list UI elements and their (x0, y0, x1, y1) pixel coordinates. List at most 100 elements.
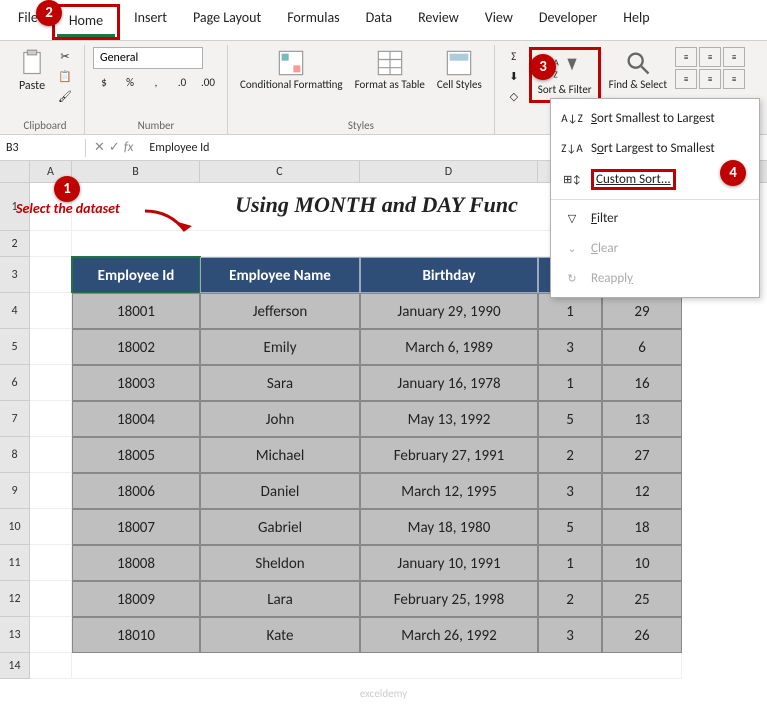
enter-icon[interactable]: ✓ (109, 140, 120, 155)
row-hdr-5[interactable]: 5 (0, 329, 30, 365)
cell-B5[interactable]: 18002 (72, 329, 200, 365)
cell-F13[interactable]: 26 (602, 617, 682, 653)
row-hdr-3[interactable]: 3 (0, 257, 30, 293)
cell-E4[interactable]: 1 (538, 293, 602, 329)
cell-F9[interactable]: 12 (602, 473, 682, 509)
cell-F6[interactable]: 16 (602, 365, 682, 401)
fx-icon[interactable]: fx (124, 140, 134, 155)
align-bottom-center[interactable]: ≡ (699, 69, 721, 89)
row-hdr-4[interactable]: 4 (0, 293, 30, 329)
tab-page-layout[interactable]: Page Layout (181, 4, 273, 40)
dec-decimal-button[interactable]: .00 (197, 73, 219, 91)
cell-E7[interactable]: 5 (538, 401, 602, 437)
cell-A5[interactable] (30, 329, 72, 365)
fill-button[interactable]: ⬇ (503, 67, 525, 85)
cell-E10[interactable]: 5 (538, 509, 602, 545)
cell-F4[interactable]: 29 (602, 293, 682, 329)
autosum-button[interactable]: Σ (503, 47, 525, 65)
dd-sort-desc[interactable]: Z↓A Sort Largest to Smallest (551, 133, 759, 163)
cell-C10[interactable]: Gabriel (200, 509, 360, 545)
cell-C7[interactable]: John (200, 401, 360, 437)
row-hdr-13[interactable]: 13 (0, 617, 30, 653)
cell-A9[interactable] (30, 473, 72, 509)
cell-D8[interactable]: February 27, 1991 (360, 437, 538, 473)
cell-A4[interactable] (30, 293, 72, 329)
cell-E6[interactable]: 1 (538, 365, 602, 401)
cell-D12[interactable]: February 25, 1998 (360, 581, 538, 617)
conditional-formatting-button[interactable]: Conditional Formatting (236, 47, 347, 93)
cell-F5[interactable]: 6 (602, 329, 682, 365)
tab-developer[interactable]: Developer (527, 4, 609, 40)
cancel-icon[interactable]: ✕ (94, 140, 105, 155)
cell-F12[interactable]: 25 (602, 581, 682, 617)
cell-D13[interactable]: March 26, 1992 (360, 617, 538, 653)
tab-home[interactable]: Home (57, 7, 115, 37)
format-as-table-button[interactable]: Format as Table (351, 47, 429, 93)
clear-button[interactable]: ◇ (503, 87, 525, 105)
dd-filter[interactable]: ▽ Filter (551, 203, 759, 233)
tab-insert[interactable]: Insert (122, 4, 179, 40)
cell-B4[interactable]: 18001 (72, 293, 200, 329)
cell-C8[interactable]: Michael (200, 437, 360, 473)
cell-D9[interactable]: March 12, 1995 (360, 473, 538, 509)
cell-C11[interactable]: Sheldon (200, 545, 360, 581)
row-hdr-8[interactable]: 8 (0, 437, 30, 473)
cell-F8[interactable]: 27 (602, 437, 682, 473)
cell-styles-button[interactable]: Cell Styles (433, 47, 486, 93)
row-hdr-12[interactable]: 12 (0, 581, 30, 617)
cell-A7[interactable] (30, 401, 72, 437)
cell-B7[interactable]: 18004 (72, 401, 200, 437)
cell-D6[interactable]: January 16, 1978 (360, 365, 538, 401)
cell-C6[interactable]: Sara (200, 365, 360, 401)
cell-A12[interactable] (30, 581, 72, 617)
cell-B9[interactable]: 18006 (72, 473, 200, 509)
tab-data[interactable]: Data (354, 4, 404, 40)
cell-B14[interactable] (72, 653, 682, 679)
cell-D7[interactable]: May 13, 1992 (360, 401, 538, 437)
cell-B6[interactable]: 18003 (72, 365, 200, 401)
cell-E9[interactable]: 3 (538, 473, 602, 509)
cell-D4[interactable]: January 29, 1990 (360, 293, 538, 329)
format-painter-button[interactable]: 🖌 (54, 87, 76, 105)
cell-B8[interactable]: 18005 (72, 437, 200, 473)
cell-A13[interactable] (30, 617, 72, 653)
inc-decimal-button[interactable]: .0 (171, 73, 193, 91)
number-format-select[interactable] (93, 47, 203, 69)
tab-review[interactable]: Review (406, 4, 471, 40)
row-hdr-9[interactable]: 9 (0, 473, 30, 509)
cell-F7[interactable]: 13 (602, 401, 682, 437)
cell-A10[interactable] (30, 509, 72, 545)
cell-E11[interactable]: 1 (538, 545, 602, 581)
dd-sort-asc[interactable]: A↓Z Sort Smallest to Largest (551, 103, 759, 133)
align-top-right[interactable]: ≡ (723, 47, 745, 67)
cell-C5[interactable]: Emily (200, 329, 360, 365)
cell-A2[interactable] (30, 231, 72, 257)
currency-button[interactable]: $ (93, 73, 115, 91)
col-D[interactable]: D (360, 161, 538, 182)
row-hdr-14[interactable]: 14 (0, 653, 30, 679)
cell-D10[interactable]: May 18, 1980 (360, 509, 538, 545)
comma-button[interactable]: , (145, 73, 167, 91)
cell-A11[interactable] (30, 545, 72, 581)
row-hdr-10[interactable]: 10 (0, 509, 30, 545)
find-select-button[interactable]: Find & Select (605, 47, 671, 93)
row-hdr-6[interactable]: 6 (0, 365, 30, 401)
cell-E13[interactable]: 3 (538, 617, 602, 653)
header-employee-id[interactable]: Employee Id (72, 257, 200, 293)
cell-C13[interactable]: Kate (200, 617, 360, 653)
cut-button[interactable]: ✂ (54, 47, 76, 65)
align-bottom-right[interactable]: ≡ (723, 69, 745, 89)
cell-C4[interactable]: Jefferson (200, 293, 360, 329)
row-hdr-7[interactable]: 7 (0, 401, 30, 437)
col-C[interactable]: C (200, 161, 360, 182)
align-bottom-left[interactable]: ≡ (675, 69, 697, 89)
row-hdr-2[interactable]: 2 (0, 231, 30, 257)
col-B[interactable]: B (72, 161, 200, 182)
cell-D11[interactable]: January 10, 1991 (360, 545, 538, 581)
align-top-center[interactable]: ≡ (699, 47, 721, 67)
row-hdr-11[interactable]: 11 (0, 545, 30, 581)
cell-E5[interactable]: 3 (538, 329, 602, 365)
cell-C9[interactable]: Daniel (200, 473, 360, 509)
cell-B12[interactable]: 18009 (72, 581, 200, 617)
cell-A3[interactable] (30, 257, 72, 293)
